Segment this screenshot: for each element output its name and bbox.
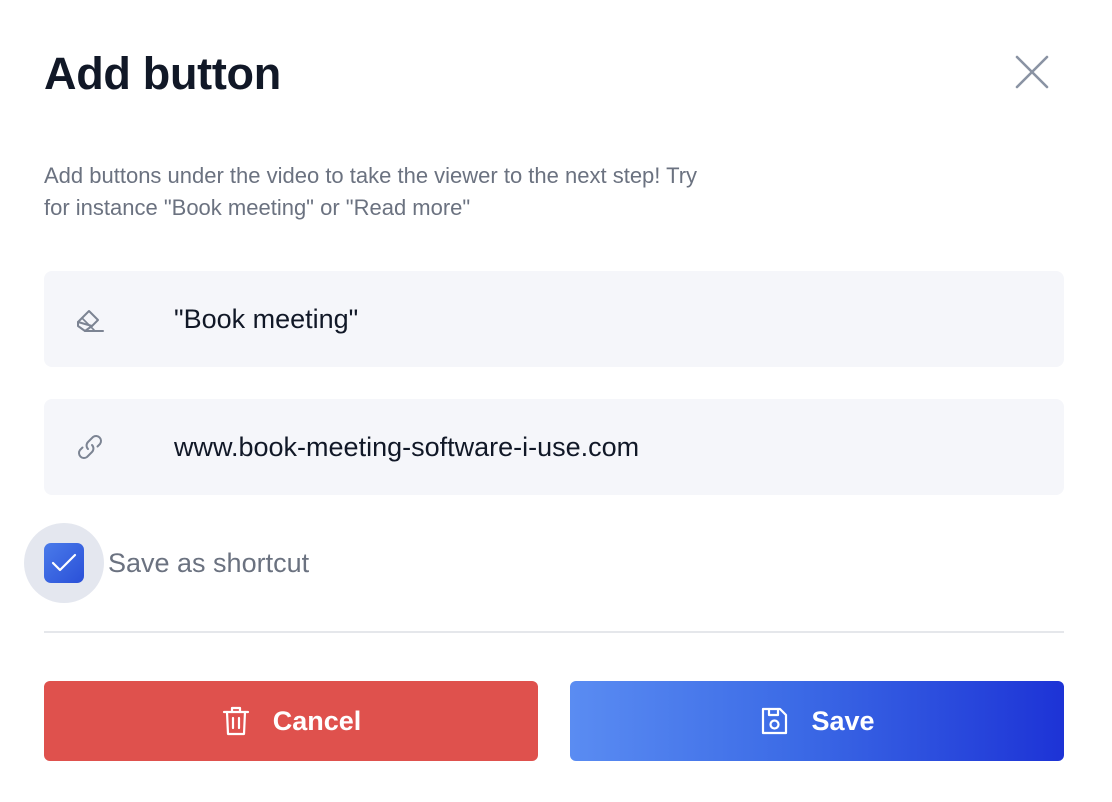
button-url-field[interactable]	[44, 399, 1064, 495]
close-icon	[1015, 55, 1049, 89]
button-label-field[interactable]	[44, 271, 1064, 367]
checkbox-checked	[44, 543, 84, 583]
button-label-input[interactable]	[174, 271, 1034, 367]
cancel-label: Cancel	[272, 705, 362, 736]
close-button[interactable]	[1006, 46, 1058, 98]
pencil-icon	[74, 303, 106, 335]
button-url-input[interactable]	[174, 399, 1034, 495]
add-button-dialog: Add button Add buttons under the video t…	[0, 0, 1112, 802]
link-icon	[74, 431, 106, 463]
divider	[44, 631, 1064, 633]
dialog-title: Add button	[44, 48, 281, 99]
floppy-disk-icon	[759, 705, 789, 737]
cancel-button[interactable]: Cancel	[44, 681, 538, 761]
save-button[interactable]: Save	[570, 681, 1064, 761]
save-shortcut-checkbox[interactable]	[24, 523, 104, 603]
dialog-description: Add buttons under the video to take the …	[44, 163, 698, 220]
checkmark-icon	[51, 553, 77, 572]
save-label: Save	[811, 705, 875, 736]
trash-icon	[221, 705, 251, 737]
save-shortcut-label[interactable]: Save as shortcut	[108, 546, 309, 580]
